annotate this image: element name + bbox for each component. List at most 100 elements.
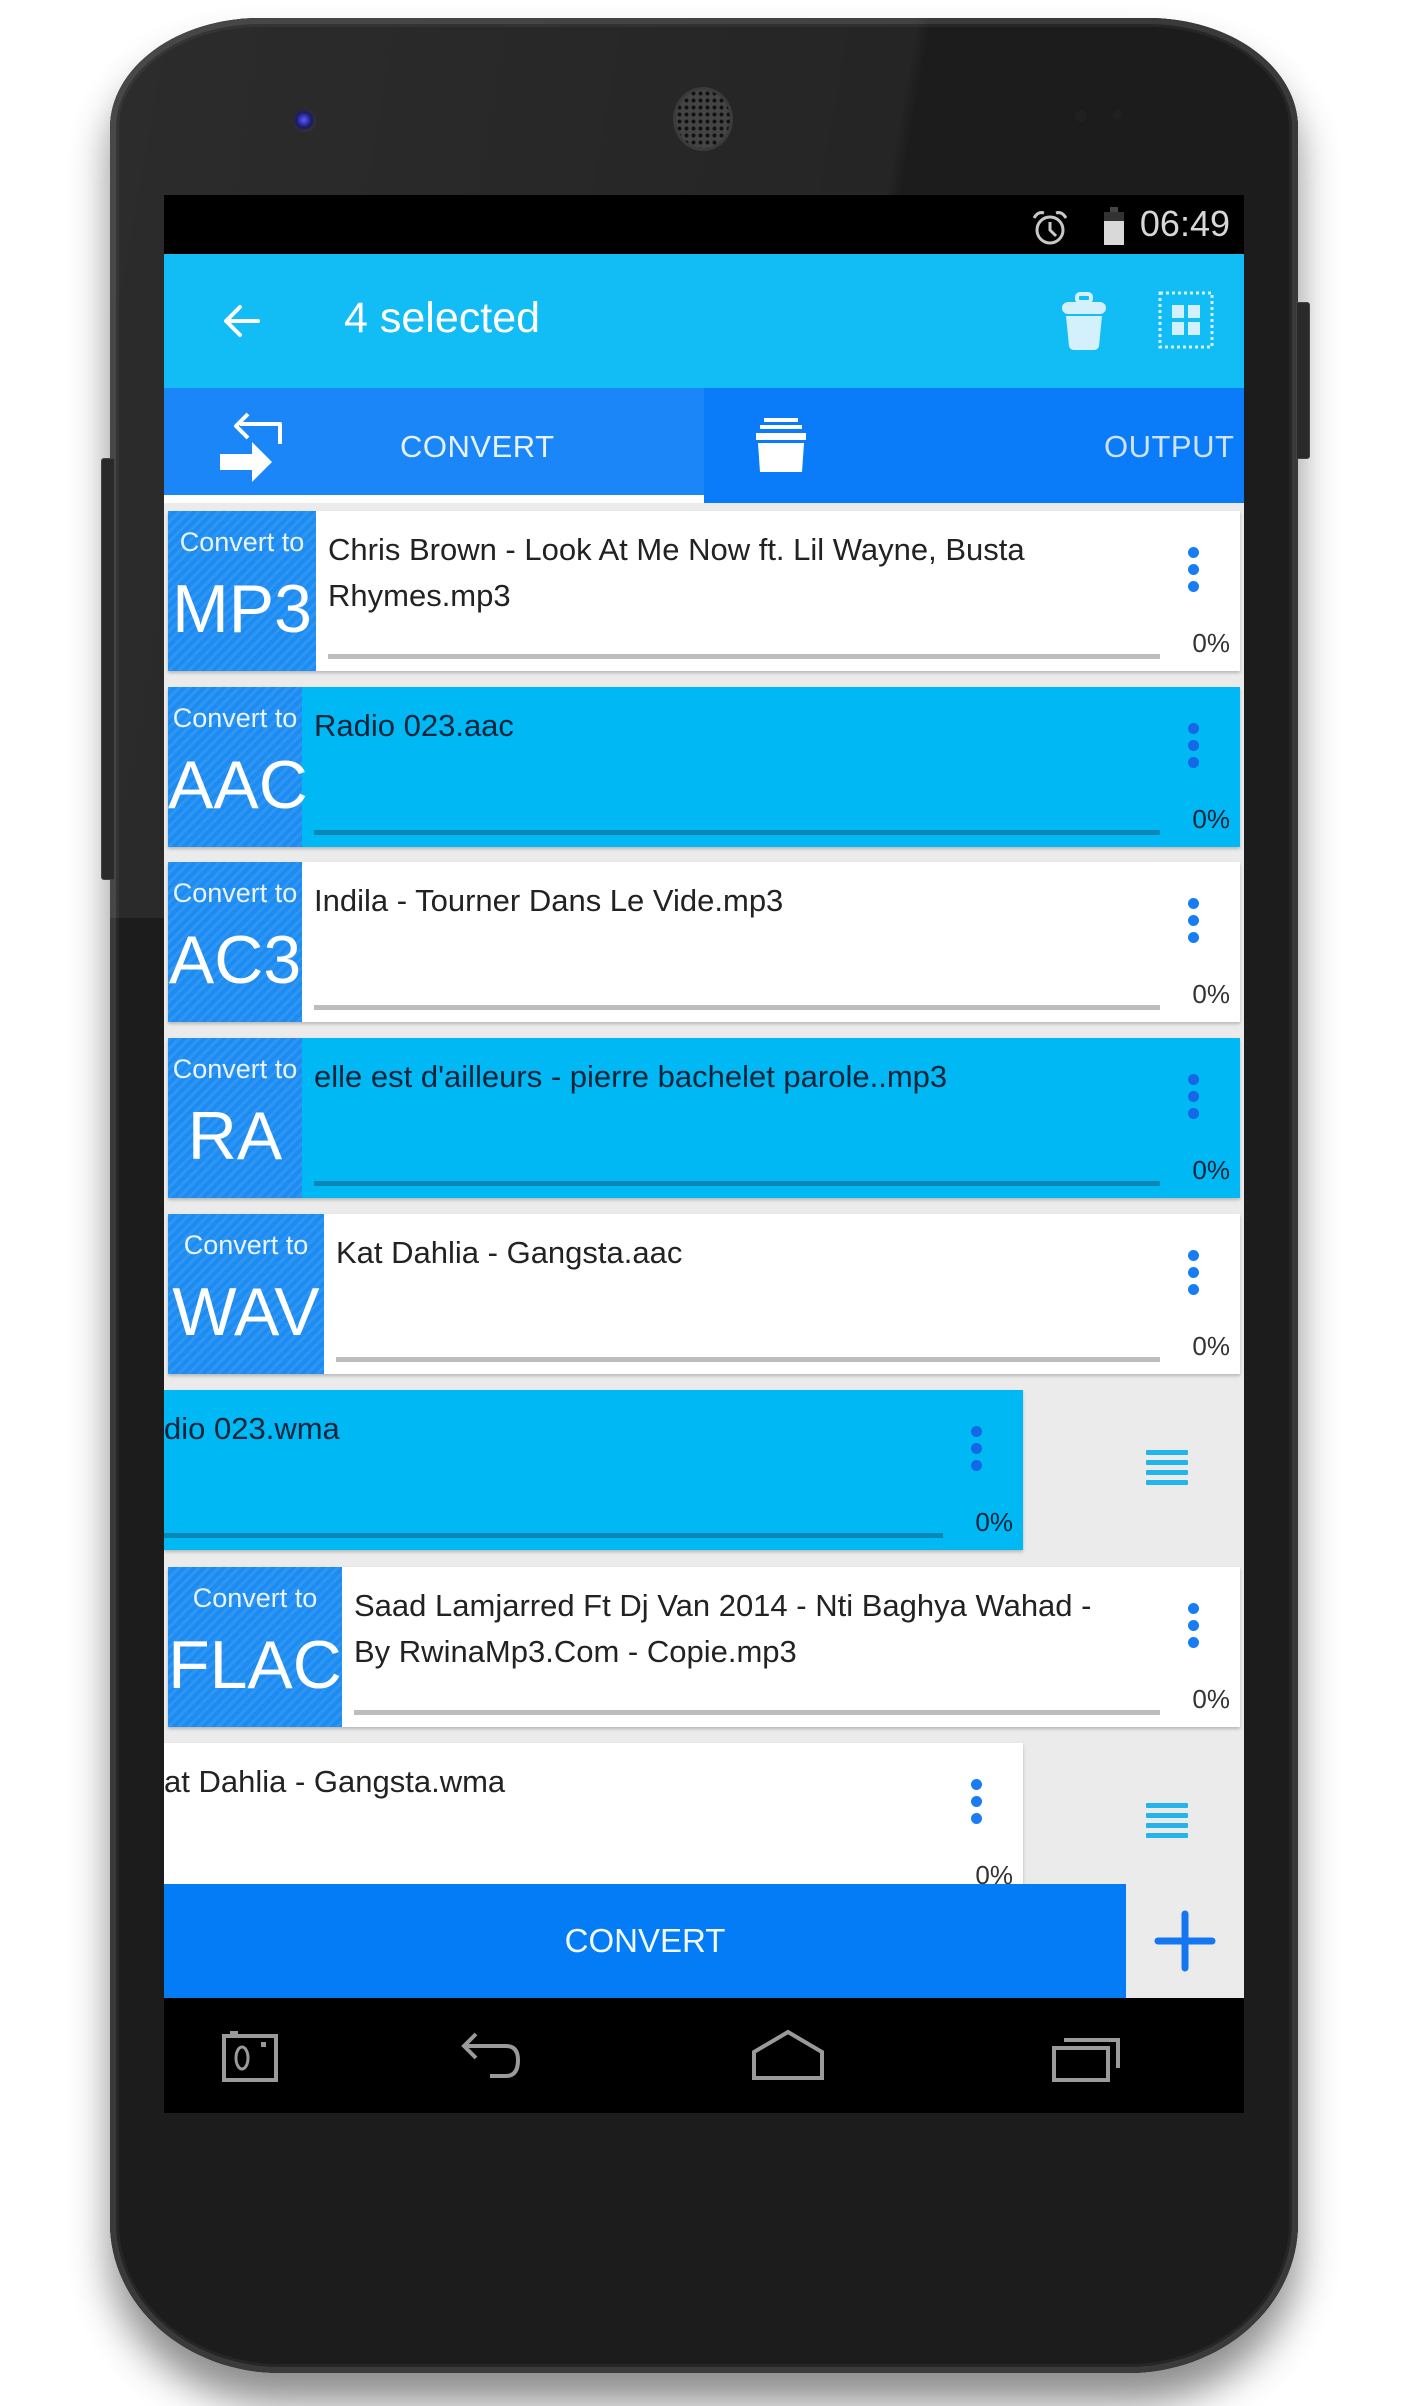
format-caption: Convert to xyxy=(183,1230,309,1260)
tab-convert[interactable]: CONVERT xyxy=(164,388,704,503)
file-card[interactable]: Convert to RA elle est d'ailleurs - pierre… xyxy=(168,1038,1240,1198)
convert-button[interactable]: CONVERT xyxy=(164,1884,1126,1998)
file-name: Radio 023.aac xyxy=(314,703,1140,749)
file-name-line: Rhymes.mp3 xyxy=(328,578,511,613)
dot xyxy=(1187,932,1199,943)
format-badge[interactable]: Convert to RA xyxy=(168,1038,302,1198)
proximity-sensor xyxy=(1075,110,1087,122)
home-icon[interactable] xyxy=(748,2028,828,2084)
file-name-line: elle est d'ailleurs - pierre bachelet pa… xyxy=(314,1059,948,1094)
file-card-swiped[interactable]: at Dahlia - Gangsta.wma 0% xyxy=(164,1743,1023,1903)
file-row: Convert to FLAC Saad Lamjarred Ft Dj Van 2… xyxy=(164,1567,1244,1727)
file-list[interactable]: Convert to MP3 Chris Brown - Look At Me No… xyxy=(164,503,1244,2076)
format-caption: Convert to xyxy=(172,878,298,908)
drag-handle-icon[interactable] xyxy=(1146,1803,1188,1839)
trash-icon[interactable] xyxy=(1054,290,1114,352)
tab-convert-label: CONVERT xyxy=(400,429,555,464)
dot xyxy=(1187,1250,1199,1261)
back-icon[interactable] xyxy=(454,2028,526,2084)
more-options-icon[interactable] xyxy=(1178,1250,1208,1306)
handle-bar xyxy=(1146,1470,1188,1475)
tab-output[interactable]: OUTPUT xyxy=(704,388,1244,503)
file-row: Convert to WAV Kat Dahlia - Gangsta.aac 0% xyxy=(164,1214,1244,1374)
dot xyxy=(970,1426,982,1437)
format-badge[interactable]: Convert to MP3 xyxy=(168,511,316,671)
progress-percent: 0% xyxy=(1192,979,1230,1009)
dot xyxy=(1187,1074,1199,1085)
recents-icon[interactable] xyxy=(1050,2028,1126,2084)
file-card[interactable]: Convert to AC3 Indila - Tourner Dans Le Vi… xyxy=(168,862,1240,1022)
front-camera xyxy=(294,110,316,132)
progress-bar xyxy=(314,830,1160,835)
more-options-icon[interactable] xyxy=(1178,1074,1208,1130)
handle-bar xyxy=(1146,1813,1188,1818)
tab-output-label: OUTPUT xyxy=(1104,429,1235,464)
progress-bar xyxy=(314,1181,1160,1186)
light-sensor xyxy=(1113,110,1122,119)
file-card[interactable]: Convert to WAV Kat Dahlia - Gangsta.aac 0% xyxy=(168,1214,1240,1374)
format-badge[interactable]: Convert to AC3 xyxy=(168,862,302,1022)
more-options-icon[interactable] xyxy=(1178,723,1208,779)
progress-bar xyxy=(336,1357,1160,1362)
dot xyxy=(1187,723,1199,734)
progress-bar xyxy=(164,1533,943,1538)
status-time: 06:49 xyxy=(1139,203,1230,244)
file-name-line: dio 023.wma xyxy=(164,1411,340,1446)
dot xyxy=(970,1813,982,1824)
progress-percent: 0% xyxy=(1192,1331,1230,1361)
format-caption: Convert to xyxy=(179,527,305,557)
file-name-line: Saad Lamjarred Ft Dj Van 2014 - Nti Bagh… xyxy=(354,1588,1092,1623)
system-nav-bar xyxy=(164,1998,1244,2113)
arrow-left-icon[interactable] xyxy=(212,292,270,350)
file-card[interactable]: Convert to FLAC Saad Lamjarred Ft Dj Van 2… xyxy=(168,1567,1240,1727)
format-badge[interactable]: Convert to WAV xyxy=(168,1214,324,1374)
volume-button xyxy=(101,458,115,880)
power-button xyxy=(1296,302,1310,459)
progress-bar xyxy=(328,654,1160,659)
handle-bar xyxy=(1146,1480,1188,1485)
alarm-icon xyxy=(1032,211,1068,245)
handle-bar xyxy=(1146,1460,1188,1465)
dot xyxy=(1187,1637,1199,1648)
more-options-icon[interactable] xyxy=(961,1426,991,1482)
file-card[interactable]: Convert to AAC Radio 023.aac 0% xyxy=(168,687,1240,847)
file-name-line: at Dahlia - Gangsta.wma xyxy=(164,1764,506,1799)
screenshot-icon[interactable] xyxy=(220,2028,280,2084)
target-format: FLAC xyxy=(168,1627,342,1703)
format-badge[interactable]: Convert to AAC xyxy=(168,687,308,847)
more-options-icon[interactable] xyxy=(1178,547,1208,603)
file-name: dio 023.wma xyxy=(164,1406,923,1452)
handle-bar xyxy=(1146,1803,1188,1808)
handle-bar xyxy=(1146,1823,1188,1828)
format-caption: Convert to xyxy=(192,1583,318,1613)
file-name-line: Radio 023.aac xyxy=(314,708,514,743)
plus-icon xyxy=(1154,1910,1216,1972)
select-all-icon[interactable] xyxy=(1157,290,1215,350)
file-row: Convert to RA elle est d'ailleurs - pierre… xyxy=(164,1038,1244,1198)
more-options-icon[interactable] xyxy=(1178,898,1208,954)
contextual-action-bar: 4 selected xyxy=(164,254,1244,388)
active-tab-indicator xyxy=(164,495,704,503)
dot xyxy=(1187,1284,1199,1295)
file-name: elle est d'ailleurs - pierre bachelet pa… xyxy=(314,1054,1140,1100)
selection-count-title: 4 selected xyxy=(344,294,541,342)
earpiece-speaker xyxy=(676,90,730,148)
target-format: MP3 xyxy=(172,571,312,647)
file-card-swiped[interactable]: dio 023.wma 0% xyxy=(164,1390,1023,1550)
file-card[interactable]: Convert to MP3 Chris Brown - Look At Me No… xyxy=(168,511,1240,671)
more-options-icon[interactable] xyxy=(1178,1603,1208,1659)
file-name-line: Indila - Tourner Dans Le Vide.mp3 xyxy=(314,883,784,918)
dot xyxy=(1187,757,1199,768)
dot xyxy=(970,1796,982,1807)
tab-bar: CONVERT OUTPUT xyxy=(164,388,1244,503)
format-badge[interactable]: Convert to FLAC xyxy=(168,1567,342,1727)
dot xyxy=(1187,1267,1199,1278)
add-file-button[interactable] xyxy=(1126,1884,1244,1998)
dot xyxy=(1187,915,1199,926)
dot xyxy=(1187,564,1199,575)
drag-handle-icon[interactable] xyxy=(1146,1450,1188,1486)
output-folder-icon xyxy=(756,418,806,472)
handle-bar xyxy=(1146,1833,1188,1838)
more-options-icon[interactable] xyxy=(961,1779,991,1835)
dot xyxy=(1187,1603,1199,1614)
